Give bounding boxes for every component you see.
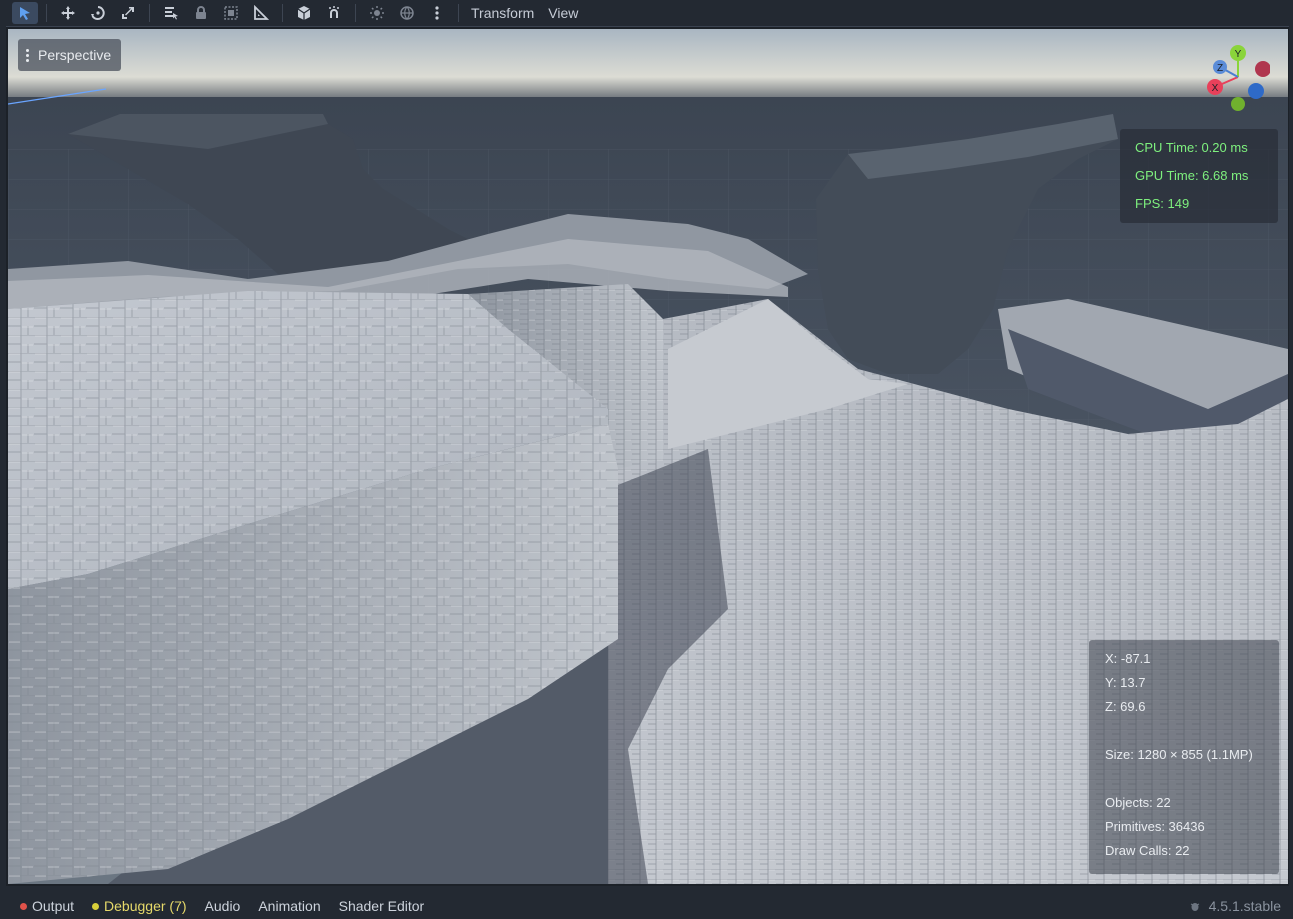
z-axis-label: Z (1217, 63, 1223, 74)
version-text: 4.5.1.stable (1208, 898, 1281, 914)
tab-shader-editor[interactable]: Shader Editor (339, 898, 425, 914)
ruler-icon (254, 5, 269, 20)
viewport-size-readout: Size: 1280 × 855 (1.1MP) (1105, 747, 1253, 762)
viewport-toolbar: Transform View (0, 0, 1293, 26)
local-space-button[interactable] (291, 2, 317, 24)
y-axis-label: Y (1235, 49, 1242, 60)
local-space-icon (297, 6, 311, 20)
fps-stat: FPS: 149 (1135, 196, 1190, 211)
move-tool-button[interactable] (55, 2, 81, 24)
view-menu[interactable]: View (548, 5, 578, 21)
tab-animation[interactable]: Animation (258, 898, 320, 914)
tab-animation-label: Animation (258, 898, 321, 914)
neg-y-handle[interactable] (1231, 97, 1245, 111)
lock-button[interactable] (188, 2, 214, 24)
list-select-button[interactable] (158, 2, 184, 24)
gpu-time-stat: GPU Time: 6.68 ms (1135, 168, 1249, 183)
version-label[interactable]: 4.5.1.stable (1189, 898, 1281, 914)
environment-toggle-button[interactable] (394, 2, 420, 24)
move-tool-icon (61, 6, 75, 20)
rotate-tool-icon (91, 6, 105, 20)
sun-icon (370, 6, 384, 20)
perspective-menu-button[interactable]: Perspective (18, 39, 122, 71)
toolbar-divider (458, 4, 459, 22)
list-select-icon (165, 7, 178, 20)
perspective-label: Perspective (38, 47, 112, 63)
viewport-info-panel: X: -87.1 Y: 13.7 Z: 69.6 Size: 1280 × 85… (1089, 640, 1279, 874)
environment-icon (400, 6, 414, 20)
neg-x-handle[interactable] (1255, 61, 1270, 77)
toolbar-divider (282, 4, 283, 22)
select-tool-button[interactable] (12, 2, 38, 24)
camera-x-readout: X: -87.1 (1105, 651, 1151, 666)
tab-shader-editor-label: Shader Editor (338, 898, 425, 914)
group-icon (224, 6, 238, 20)
snap-icon (329, 6, 339, 18)
sun-toggle-button[interactable] (364, 2, 390, 24)
more-icon (435, 6, 439, 20)
cpu-time-stat: CPU Time: 0.20 ms (1135, 140, 1248, 155)
more-options-button[interactable] (424, 2, 450, 24)
tab-debugger[interactable]: Debugger (7) (92, 898, 187, 914)
objects-count: Objects: 22 (1105, 795, 1171, 810)
output-status-dot (20, 902, 27, 910)
scale-tool-icon (122, 7, 134, 19)
tab-debugger-label: Debugger (7) (104, 898, 187, 914)
tab-output[interactable]: Output (20, 898, 74, 914)
group-button[interactable] (218, 2, 244, 24)
draw-calls-count: Draw Calls: 22 (1105, 843, 1190, 858)
tab-audio[interactable]: Audio (205, 898, 241, 914)
rotate-tool-button[interactable] (85, 2, 111, 24)
snap-button[interactable] (321, 2, 347, 24)
x-axis-label: X (1212, 83, 1219, 94)
axis-gizmo[interactable]: Y Z X (1198, 41, 1270, 113)
primitives-count: Primitives: 36436 (1105, 819, 1205, 834)
scale-tool-button[interactable] (115, 2, 141, 24)
toolbar-divider (149, 4, 150, 22)
ruler-button[interactable] (248, 2, 274, 24)
debugger-status-dot (92, 902, 100, 910)
3d-viewport[interactable]: Perspective Y Z X CPU Time: 0.20 ms GPU … (8, 29, 1288, 884)
camera-z-readout: Z: 69.6 (1105, 699, 1146, 714)
tab-audio-label: Audio (204, 898, 241, 914)
kebab-menu-icon (26, 48, 29, 62)
bug-icon (1190, 903, 1199, 911)
toolbar-divider (46, 4, 47, 22)
camera-y-readout: Y: 13.7 (1105, 675, 1146, 690)
lock-icon (196, 6, 206, 19)
toolbar-divider (355, 4, 356, 22)
neg-z-handle[interactable] (1248, 83, 1264, 99)
performance-stats-panel: CPU Time: 0.20 ms GPU Time: 6.68 ms FPS:… (1120, 129, 1278, 223)
tab-output-label: Output (32, 898, 75, 914)
transform-menu[interactable]: Transform (471, 5, 534, 21)
bottom-panel-tabs: Output Debugger (7) Audio Animation Shad… (0, 893, 1293, 919)
select-tool-icon (20, 7, 30, 20)
